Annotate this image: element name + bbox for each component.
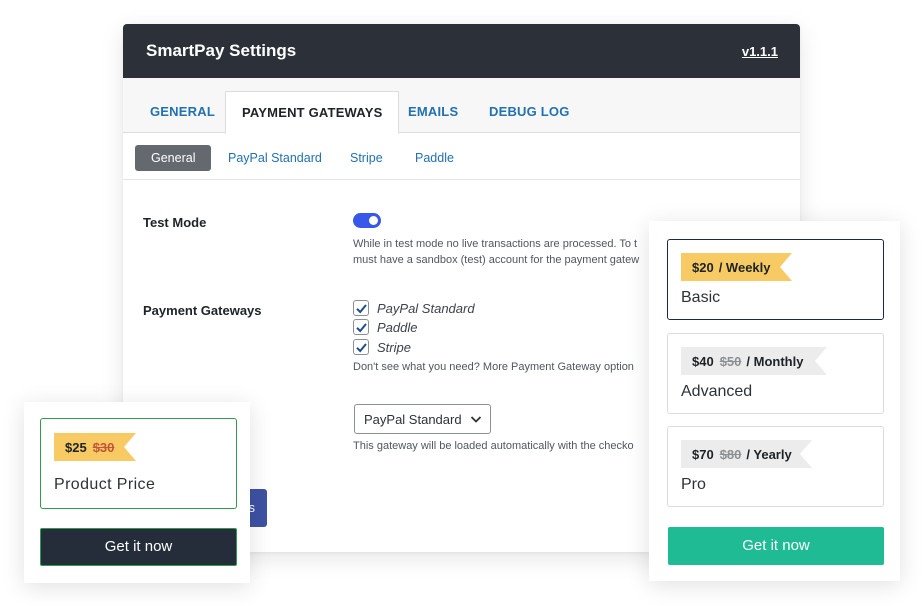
checkbox[interactable]	[353, 319, 369, 335]
price: $40	[692, 353, 714, 369]
payment-gateways-label: Payment Gateways	[143, 303, 262, 318]
gateway-option-paypal[interactable]: PayPal Standard	[353, 300, 475, 316]
price-ribbon: $20 / Weekly	[681, 253, 792, 281]
plan-name: Pro	[681, 476, 706, 493]
checkbox[interactable]	[353, 339, 369, 355]
price-ribbon: $40 $50 / Monthly	[681, 347, 827, 375]
default-gateway-select[interactable]: PayPal Standard	[354, 404, 491, 434]
test-mode-help-line2: must have a sandbox (test) account for t…	[353, 254, 640, 266]
main-tabs: General Payment Gateways Emails Debug Lo…	[123, 78, 800, 134]
subtab-stripe[interactable]: Stripe	[334, 145, 399, 171]
tab-payment-gateways[interactable]: Payment Gateways	[225, 91, 400, 134]
gateway-option-label: Stripe	[377, 339, 411, 355]
original-price: $50	[719, 353, 742, 369]
version-link[interactable]: v1.1.1	[742, 44, 778, 59]
product-price-box[interactable]: $25 $30 Product Price	[40, 418, 237, 509]
toggle-knob	[369, 216, 378, 225]
price-ribbon: $70 $80 / Yearly	[681, 440, 812, 468]
payment-gateways-help: Don't see what you need? More Payment Ga…	[353, 361, 634, 373]
subtab-paddle[interactable]: Paddle	[399, 145, 470, 171]
panel-title: SmartPay Settings	[146, 41, 297, 60]
price: $70	[692, 446, 714, 462]
product-name: Product Price	[54, 476, 156, 493]
check-icon	[355, 303, 367, 313]
price-ribbon: $25 $30	[54, 433, 136, 461]
test-mode-toggle[interactable]	[353, 213, 381, 228]
get-it-now-button[interactable]: Get it now	[40, 528, 237, 566]
plan-name: Basic	[681, 289, 721, 306]
plan-option-pro[interactable]: $70 $80 / Yearly Pro	[667, 426, 884, 507]
original-price: $80	[719, 446, 742, 462]
test-mode-label: Test Mode	[143, 215, 207, 230]
price: $25	[65, 439, 87, 455]
price: $20	[692, 259, 714, 275]
billing-period: / Yearly	[746, 446, 792, 462]
product-price-card: $25 $30 Product Price Get it now	[24, 402, 250, 583]
billing-period: / Monthly	[746, 353, 804, 369]
tab-general[interactable]: General	[134, 91, 231, 134]
tab-emails[interactable]: Emails	[392, 91, 474, 134]
plan-option-advanced[interactable]: $40 $50 / Monthly Advanced	[667, 333, 884, 414]
plan-option-basic[interactable]: $20 / Weekly Basic	[667, 239, 884, 320]
plan-name: Advanced	[681, 383, 753, 400]
chevron-down-icon	[470, 416, 482, 423]
gateway-option-paddle[interactable]: Paddle	[353, 319, 417, 335]
gateway-option-label: PayPal Standard	[377, 300, 475, 316]
original-price: $30	[92, 439, 115, 455]
check-icon	[355, 342, 367, 352]
check-icon	[355, 322, 367, 332]
default-gateway-help: This gateway will be loaded automaticall…	[353, 440, 634, 452]
gateway-option-stripe[interactable]: Stripe	[353, 339, 411, 355]
gateway-subtabs: General PayPal Standard Stripe Paddle	[123, 133, 800, 180]
billing-period: / Weekly	[718, 259, 771, 275]
checkbox[interactable]	[353, 300, 369, 316]
panel-header: SmartPay Settings v1.1.1	[123, 24, 800, 78]
pricing-plans-card: $20 / Weekly Basic $40 $50 / Monthly Adv…	[649, 221, 900, 581]
tab-debug-log[interactable]: Debug Log	[473, 91, 586, 134]
test-mode-help-line1: While in test mode no live transactions …	[353, 238, 638, 250]
select-value: PayPal Standard	[364, 411, 462, 427]
gateway-option-label: Paddle	[377, 319, 418, 335]
subtab-paypal-standard[interactable]: PayPal Standard	[212, 145, 338, 171]
get-it-now-button[interactable]: Get it now	[668, 527, 884, 565]
subtab-general[interactable]: General	[135, 145, 212, 171]
